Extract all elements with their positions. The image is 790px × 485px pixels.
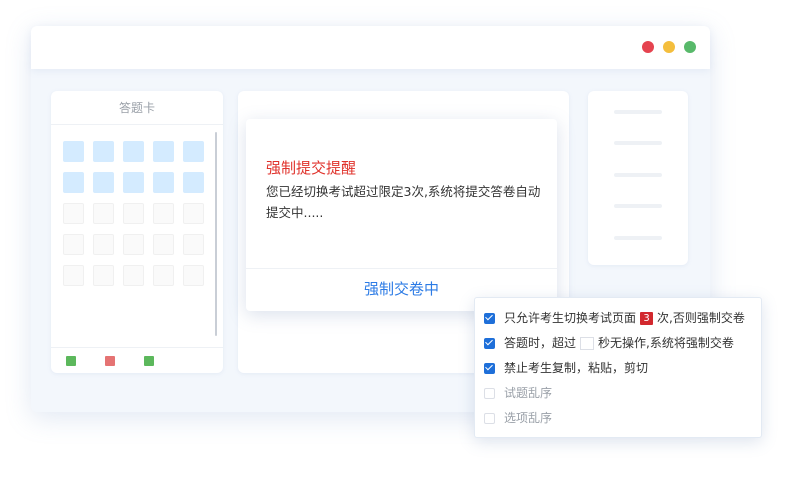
answer-card-cell[interactable]	[183, 141, 204, 162]
placeholder-line	[614, 236, 662, 240]
answer-card-scrollbar[interactable]	[215, 132, 217, 336]
minimize-window-dot[interactable]	[663, 41, 675, 53]
legend-answered-marker	[66, 356, 76, 366]
answer-card-cell[interactable]	[183, 203, 204, 224]
answer-card-cell[interactable]	[63, 234, 84, 255]
option-limit-page-switch[interactable]: 只允许考生切换考试页面 3 次,否则强制交卷	[484, 308, 745, 328]
force-submit-dialog: 强制提交提醒 您已经切换考试超过限定3次,系统将提交答卷自动提交中..... 强…	[246, 119, 557, 311]
placeholder-line	[614, 204, 662, 208]
answer-card-cell[interactable]	[183, 172, 204, 193]
option-text: 禁止考生复制，粘贴，剪切	[504, 361, 649, 375]
option-text: 试题乱序	[504, 386, 553, 400]
answer-card-cell[interactable]	[183, 265, 204, 286]
option-text: 选项乱序	[504, 411, 553, 425]
option-disable-copy-paste[interactable]: 禁止考生复制，粘贴，剪切	[484, 358, 648, 378]
option-text: 答题时，超过	[504, 336, 577, 350]
answer-card-cell[interactable]	[63, 203, 84, 224]
answer-card-cell[interactable]	[93, 203, 114, 224]
answer-card-cell[interactable]	[123, 265, 144, 286]
checkbox-shuffle-questions[interactable]	[484, 387, 495, 399]
maximize-window-dot[interactable]	[684, 41, 696, 53]
answer-card-cell[interactable]	[123, 234, 144, 255]
answer-card-cell[interactable]	[93, 265, 114, 286]
answer-card-cell[interactable]	[123, 172, 144, 193]
answer-card-cell[interactable]	[63, 265, 84, 286]
dialog-title: 强制提交提醒	[266, 159, 357, 177]
answer-card-panel: 答题卡	[51, 91, 223, 373]
option-text: 只允许考生切换考试页面	[504, 311, 637, 325]
answer-card-cell[interactable]	[183, 234, 204, 255]
option-shuffle-questions[interactable]: 试题乱序	[484, 383, 552, 403]
option-text: 次,否则强制交卷	[657, 311, 745, 325]
legend-wrong-marker	[105, 356, 115, 366]
checkbox-limit-page-switch[interactable]	[484, 312, 495, 324]
side-info-panel	[588, 91, 688, 265]
close-window-dot[interactable]	[642, 41, 654, 53]
answer-card-cell[interactable]	[63, 141, 84, 162]
answer-card-cell[interactable]	[153, 172, 174, 193]
answer-card-cell[interactable]	[123, 203, 144, 224]
option-idle-timeout[interactable]: 答题时，超过 秒无操作,系统将强制交卷	[484, 333, 734, 353]
answer-card-cell[interactable]	[123, 141, 144, 162]
option-shuffle-choices[interactable]: 选项乱序	[484, 408, 552, 428]
exam-settings-panel: 只允许考生切换考试页面 3 次,否则强制交卷 答题时，超过 秒无操作,系统将强制…	[474, 297, 762, 438]
answer-card-cell[interactable]	[153, 203, 174, 224]
answer-card-cell[interactable]	[93, 172, 114, 193]
idle-seconds-input[interactable]	[580, 336, 595, 350]
answer-card-title: 答题卡	[51, 91, 223, 125]
checkbox-shuffle-choices[interactable]	[484, 412, 495, 424]
option-text: 秒无操作,系统将强制交卷	[598, 336, 734, 350]
answer-card-cell[interactable]	[93, 141, 114, 162]
answer-card-cell[interactable]	[153, 265, 174, 286]
window-titlebar	[31, 26, 710, 69]
answer-card-cell[interactable]	[153, 141, 174, 162]
answer-card-cell[interactable]	[153, 234, 174, 255]
placeholder-line	[614, 173, 662, 177]
legend-marked-marker	[144, 356, 154, 366]
answer-card-cell[interactable]	[63, 172, 84, 193]
switch-count-badge[interactable]: 3	[640, 311, 654, 325]
checkbox-disable-copy-paste[interactable]	[484, 362, 495, 374]
checkbox-idle-timeout[interactable]	[484, 337, 495, 349]
placeholder-line	[614, 110, 662, 114]
dialog-message: 您已经切换考试超过限定3次,系统将提交答卷自动提交中.....	[266, 184, 541, 220]
answer-card-legend	[51, 347, 223, 373]
answer-card-cell[interactable]	[93, 234, 114, 255]
placeholder-line	[614, 141, 662, 145]
